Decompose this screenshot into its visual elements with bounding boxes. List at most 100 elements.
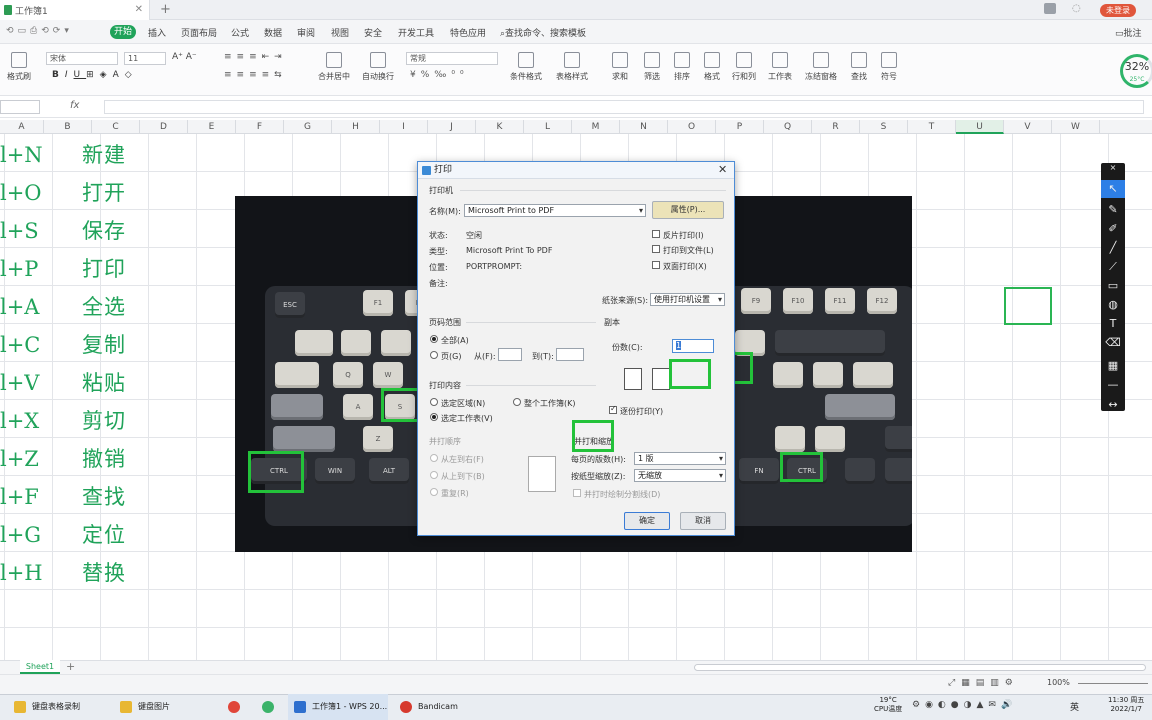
horizontal-scrollbar[interactable] — [694, 664, 1146, 671]
column-header-q[interactable]: Q — [764, 120, 812, 134]
cell-action[interactable]: 替换 — [82, 554, 126, 592]
column-header-k[interactable]: K — [476, 120, 524, 134]
ime-indicator[interactable]: 英 — [1070, 700, 1079, 713]
conditional-format-button[interactable]: 条件格式 — [506, 52, 546, 82]
taskbar-item-folder1[interactable]: 键盘表格录制 — [14, 694, 80, 720]
zoom-slider[interactable] — [1078, 683, 1148, 684]
all-pages-radio[interactable] — [430, 335, 438, 343]
quick-access-icons[interactable]: ⟲▭⎙⟲⟳▾ — [6, 26, 73, 36]
comment-button[interactable]: ▭批注 — [1115, 26, 1142, 39]
palette-icon[interactable]: ◍ — [1101, 296, 1125, 314]
view-mode-icons[interactable]: ⤢▦▤▥⚙ — [948, 678, 1019, 688]
menu-developer[interactable]: 开发工具 — [398, 26, 434, 39]
column-header-s[interactable]: S — [860, 120, 908, 134]
cell-action[interactable]: 复制 — [82, 326, 126, 364]
column-header-j[interactable]: J — [428, 120, 476, 134]
menu-home[interactable]: 开始 — [110, 25, 136, 39]
menu-formulas[interactable]: 公式 — [231, 26, 249, 39]
close-icon[interactable]: ✕ — [135, 4, 143, 15]
cell-action[interactable]: 粘贴 — [82, 364, 126, 402]
pen-icon[interactable]: ✎ — [1101, 201, 1125, 219]
number-format-select[interactable]: 常规 — [406, 52, 498, 65]
menu-review[interactable]: 审阅 — [297, 26, 315, 39]
cell-shortcut[interactable]: l+S — [0, 212, 76, 250]
taskbar-item-wps[interactable]: 工作簿1 - WPS 20... — [288, 694, 388, 720]
number-format-icons[interactable]: ¥%‰⁰⁰ — [410, 70, 469, 80]
column-header-l[interactable]: L — [524, 120, 572, 134]
reverse-print-checkbox[interactable] — [652, 230, 660, 238]
column-header-g[interactable]: G — [284, 120, 332, 134]
cell-action[interactable]: 撤销 — [82, 440, 126, 478]
cancel-button[interactable]: 取消 — [680, 512, 726, 530]
cell-action[interactable]: 打开 — [82, 174, 126, 212]
cpu-temp-widget[interactable]: 19°C CPU温度 — [874, 696, 902, 714]
column-header-p[interactable]: P — [716, 120, 764, 134]
column-header-m[interactable]: M — [572, 120, 620, 134]
selected-cell[interactable] — [1004, 287, 1052, 325]
cell-action[interactable]: 打印 — [82, 250, 126, 288]
column-header-f[interactable]: F — [236, 120, 284, 134]
freeze-panes-button[interactable]: 冻结窗格 — [800, 52, 842, 82]
performance-widget[interactable]: 32% 25°C — [1120, 54, 1152, 88]
cell-action[interactable]: 保存 — [82, 212, 126, 250]
cell-action[interactable]: 剪切 — [82, 402, 126, 440]
taskbar-item-bandicam[interactable]: Bandicam — [400, 694, 458, 720]
align-icons-row2[interactable]: ≡≡≡≡⇆ — [224, 70, 287, 80]
top-to-bottom-radio[interactable] — [430, 471, 438, 479]
cell-shortcut[interactable]: l+N — [0, 136, 76, 174]
marker-icon[interactable]: ✐ — [1101, 220, 1125, 238]
cell-shortcut[interactable]: l+Z — [0, 440, 76, 478]
selection-radio[interactable] — [430, 398, 438, 406]
column-header-o[interactable]: O — [668, 120, 716, 134]
document-tab[interactable]: 工作簿1 ✕ — [0, 0, 150, 20]
draw-borders-checkbox[interactable] — [573, 489, 581, 497]
cell-shortcut[interactable]: l+V — [0, 364, 76, 402]
filter-button[interactable]: 筛选 — [638, 52, 666, 82]
column-header-b[interactable]: B — [44, 120, 92, 134]
line-width-icon[interactable]: — — [1101, 376, 1125, 394]
symbol-button[interactable]: 符号 — [876, 52, 902, 82]
taskbar-chrome[interactable] — [228, 694, 246, 720]
column-header-a[interactable]: A — [0, 120, 44, 134]
menu-security[interactable]: 安全 — [364, 26, 382, 39]
column-header-n[interactable]: N — [620, 120, 668, 134]
close-icon[interactable]: ✕ — [718, 163, 727, 176]
cell-action[interactable]: 定位 — [82, 516, 126, 554]
column-header-i[interactable]: I — [380, 120, 428, 134]
taskbar-item-folder2[interactable]: 键盘图片 — [120, 694, 170, 720]
search-command[interactable]: ⌕查找命令、搜索模板 — [500, 26, 586, 39]
zoom-level[interactable]: 100% — [1047, 678, 1070, 687]
fx-icon[interactable]: fx — [70, 100, 79, 111]
mosaic-icon[interactable]: ▦ — [1101, 357, 1125, 375]
new-tab-icon[interactable]: + — [160, 2, 171, 17]
wrap-text-button[interactable]: 自动换行 — [358, 52, 398, 82]
font-style-icons[interactable]: BIU⊞◈A◇ — [52, 70, 138, 80]
eraser-icon[interactable]: ⌫ — [1101, 334, 1125, 352]
printer-name-select[interactable]: Microsoft Print to PDF — [464, 204, 646, 217]
column-header-h[interactable]: H — [332, 120, 380, 134]
sheet-tab[interactable]: Sheet1 — [20, 660, 60, 674]
whole-workbook-radio[interactable] — [513, 398, 521, 406]
cell-shortcut[interactable]: l+F — [0, 478, 76, 516]
line-icon[interactable]: ╱ — [1101, 239, 1125, 257]
menu-insert[interactable]: 插入 — [148, 26, 166, 39]
cell-shortcut[interactable]: l+H — [0, 554, 76, 592]
pages-radio[interactable] — [430, 351, 438, 359]
cursor-icon[interactable]: ↖ — [1101, 180, 1125, 198]
menu-data[interactable]: 数据 — [264, 26, 282, 39]
table-style-button[interactable]: 表格样式 — [550, 52, 594, 82]
column-header-c[interactable]: C — [92, 120, 140, 134]
to-page-input[interactable] — [556, 348, 584, 361]
worksheet-button[interactable]: 工作表 — [764, 52, 796, 82]
sum-button[interactable]: 求和 — [606, 52, 634, 82]
cell-action[interactable]: 全选 — [82, 288, 126, 326]
column-header-t[interactable]: T — [908, 120, 956, 134]
font-name-select[interactable]: 宋体 — [46, 52, 118, 65]
pages-per-sheet-select[interactable]: 1 版 — [634, 452, 726, 465]
layout-icon[interactable] — [1044, 3, 1056, 14]
column-header-w[interactable]: W — [1052, 120, 1100, 134]
font-size-select[interactable]: 11 — [124, 52, 166, 65]
clock[interactable]: 11:30 周五 2022/1/7 — [1108, 696, 1144, 714]
cell-action[interactable]: 查找 — [82, 478, 126, 516]
scale-select[interactable]: 无缩放 — [634, 469, 726, 482]
